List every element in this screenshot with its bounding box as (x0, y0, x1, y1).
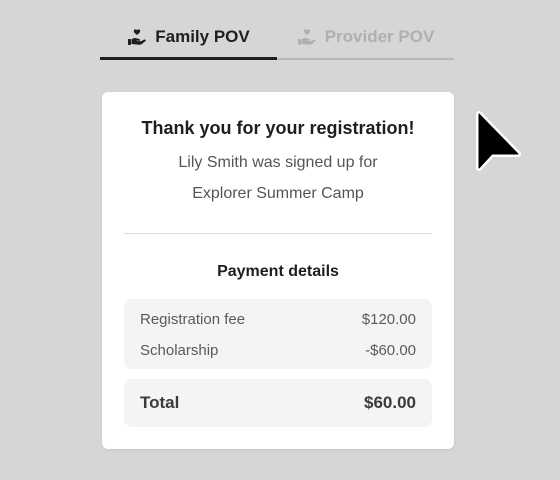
fee-breakdown: Registration fee $120.00 Scholarship -$6… (124, 299, 432, 369)
fee-row-registration: Registration fee $120.00 (140, 311, 416, 328)
total-row: Total $60.00 (124, 379, 432, 427)
confirmation-message-line1: Lily Smith was signed up for (178, 154, 378, 171)
fee-label: Registration fee (140, 311, 246, 328)
total-amount: $60.00 (364, 393, 416, 412)
tab-family-pov-label: Family POV (155, 26, 250, 46)
confirmation-message-line2: Explorer Summer Camp (192, 185, 364, 202)
payment-details-heading: Payment details (217, 263, 339, 280)
total-label: Total (140, 393, 180, 412)
fee-amount: $120.00 (361, 311, 416, 328)
pov-tabs: Family POV Provider POV (100, 18, 454, 60)
tab-family-pov[interactable]: Family POV (100, 18, 277, 60)
stage: Family POV Provider POV Thank you for yo… (0, 0, 560, 480)
hand-heart-icon (127, 28, 147, 46)
tab-provider-pov-label: Provider POV (324, 27, 435, 46)
fee-label: Scholarship (140, 342, 219, 359)
fee-row-scholarship: Scholarship -$60.00 (140, 342, 416, 359)
confirmation-card: Thank you for your registration! Lily Sm… (102, 92, 454, 449)
fee-amount: -$60.00 (365, 342, 416, 359)
divider (124, 233, 432, 234)
tab-provider-pov[interactable]: Provider POV (277, 18, 454, 60)
mouse-pointer-icon (474, 108, 522, 178)
hand-heart-icon (297, 28, 317, 46)
confirmation-title: Thank you for your registration! (141, 118, 415, 138)
